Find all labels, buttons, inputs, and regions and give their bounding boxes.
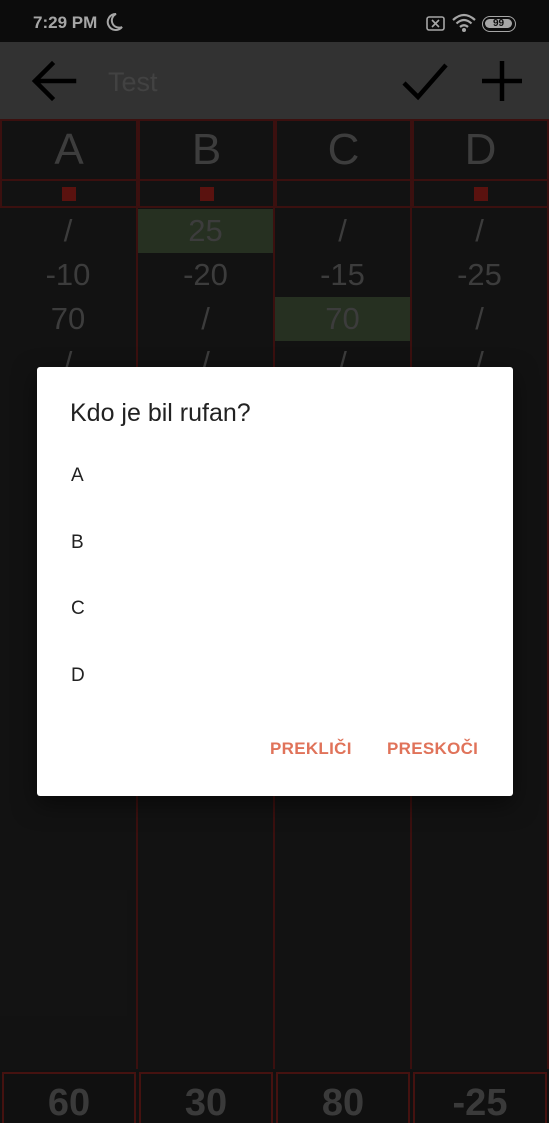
dialog-title: Kdo je bil rufan? (70, 399, 251, 427)
cancel-button[interactable]: PREKLIČI (270, 739, 352, 759)
dialog-option[interactable]: A (37, 446, 513, 506)
dialog-option[interactable]: B (37, 513, 513, 573)
dialog-option[interactable]: D (37, 646, 513, 706)
skip-button[interactable]: PRESKOČI (387, 739, 478, 759)
called-player-dialog: Kdo je bil rufan? A B C D PREKLIČI PRESK… (37, 367, 513, 796)
dialog-option[interactable]: C (37, 579, 513, 639)
